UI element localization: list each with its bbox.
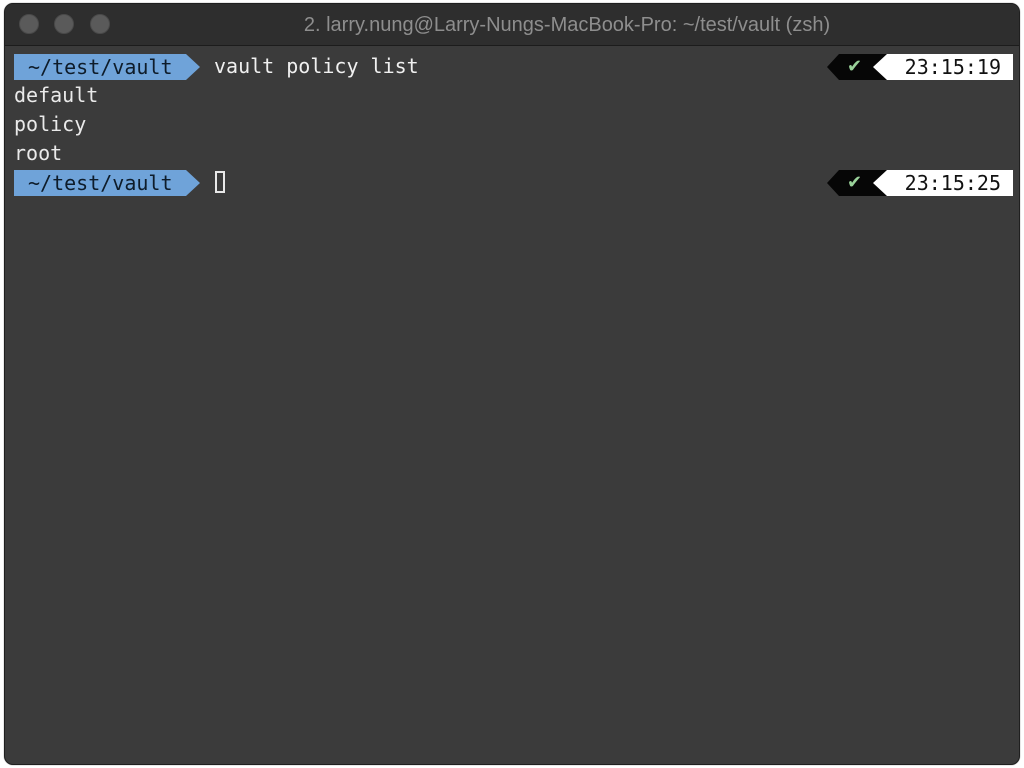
prompt-timestamp: 23:15:25 — [873, 170, 1013, 196]
terminal-window: 2. larry.nung@Larry-Nungs-MacBook-Pro: ~… — [4, 3, 1020, 765]
output-line: default — [14, 83, 99, 107]
prompt-directory: ~/test/vault — [14, 54, 200, 80]
title-bar: 2. larry.nung@Larry-Nungs-MacBook-Pro: ~… — [5, 4, 1019, 46]
check-icon: ✔ — [847, 56, 863, 77]
terminal-content[interactable]: ~/test/vault vault policy list ✔ 23:15:1… — [5, 46, 1019, 764]
check-icon: ✔ — [847, 172, 863, 193]
command-text: vault policy list — [214, 54, 419, 78]
prompt-timestamp: 23:15:19 — [873, 54, 1013, 80]
text-cursor[interactable] — [215, 171, 225, 193]
prompt-line: ~/test/vault vault policy list ✔ 23:15:1… — [14, 52, 1013, 81]
output-line: root — [14, 141, 63, 165]
prompt-line: ~/test/vault ✔ 23:15:25 — [14, 168, 1013, 197]
window-title: 2. larry.nung@Larry-Nungs-MacBook-Pro: ~… — [303, 14, 831, 36]
prompt-status: ✔ 23:15:25 — [827, 170, 1013, 196]
prompt-directory: ~/test/vault — [14, 170, 200, 196]
output-line: policy — [14, 112, 87, 136]
prompt-status: ✔ 23:15:19 — [827, 54, 1013, 80]
